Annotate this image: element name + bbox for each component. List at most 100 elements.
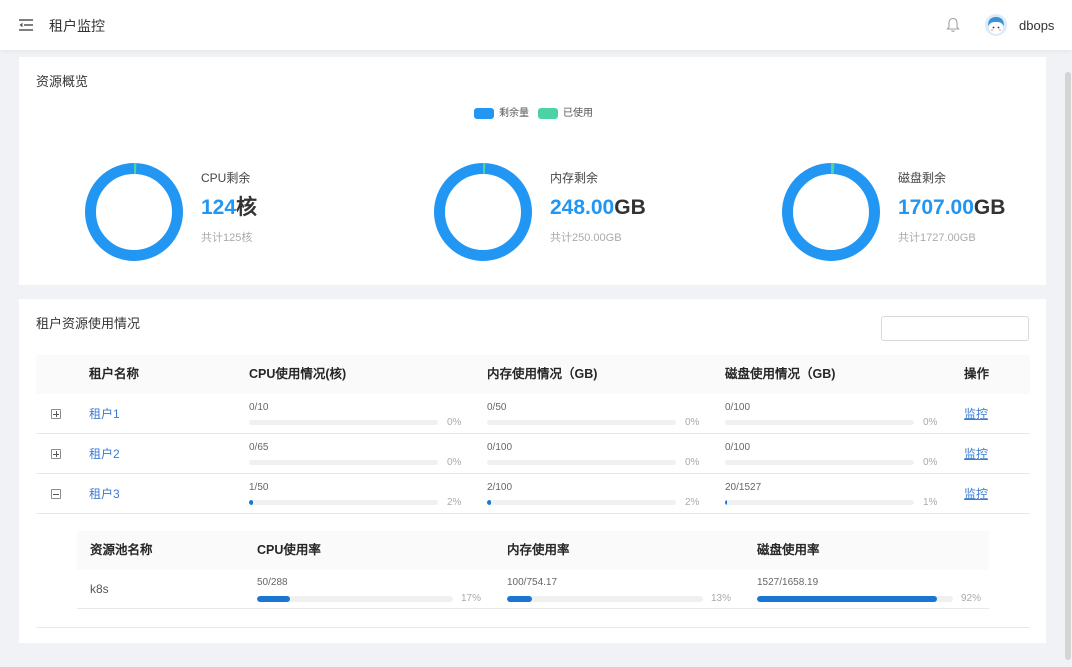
tenant-name-link[interactable]: 租户2	[89, 434, 120, 474]
cpu-usage-ratio: 0/65	[249, 442, 269, 453]
cpu-usage: 0/10 0%	[249, 394, 479, 434]
monitor-link[interactable]: 监控	[964, 434, 988, 474]
memory-usage: 2/100 2%	[487, 474, 717, 514]
cpu-usage-ratio: 1/50	[249, 482, 269, 493]
username[interactable]: dbops	[1019, 17, 1054, 35]
pool-memory-progress-bar	[507, 596, 703, 602]
legend-label-used: 已使用	[563, 108, 593, 119]
disk-usage-ratio: 0/100	[725, 442, 751, 453]
memory-progress-bar	[487, 420, 676, 425]
page-title: 租户监控	[49, 18, 105, 34]
avatar[interactable]	[985, 14, 1007, 36]
cpu-progress-bar	[249, 420, 438, 425]
cpu-progress-bar	[249, 500, 438, 505]
donut-remaining-arc	[782, 163, 880, 261]
disk-usage-ratio: 0/100	[725, 402, 751, 413]
donut-remaining-arc	[434, 163, 532, 261]
plus-square-icon[interactable]	[51, 409, 61, 419]
disk-progress-bar	[725, 500, 914, 505]
legend-swatch-used	[538, 108, 558, 119]
disk-usage: 0/100 0%	[725, 434, 955, 474]
menu-fold-icon[interactable]	[19, 19, 33, 31]
memory-progress-bar	[487, 500, 676, 505]
minus-square-icon[interactable]	[51, 489, 61, 499]
cpu-usage-percent: 0%	[447, 457, 462, 468]
disk-remaining-unit: GB	[973, 196, 1006, 219]
tenant-usage-card: 租户资源使用情况 租户名称 CPU使用情况(核) 内存使用情况（GB) 磁盘使用…	[19, 299, 1046, 643]
legend-item-remaining[interactable]: 剩余量	[474, 108, 529, 119]
legend-label-remaining: 剩余量	[499, 108, 529, 119]
search-input[interactable]	[881, 316, 1029, 341]
legend-swatch-remaining	[474, 108, 494, 119]
disk-usage-percent: 1%	[923, 497, 938, 508]
memory-usage: 0/50 0%	[487, 394, 717, 434]
memory-progress-fill	[487, 500, 491, 505]
pool-memory-percent: 13%	[711, 593, 732, 604]
disk-remaining-number: 1707.00	[898, 196, 974, 219]
memory-usage-percent: 0%	[685, 417, 700, 428]
column-header-action: 操作	[964, 367, 990, 381]
memory-remaining-unit: GB	[614, 196, 646, 219]
disk-progress-fill	[725, 500, 727, 505]
cpu-remaining-unit: 核	[236, 196, 258, 219]
resource-overview-card: 资源概览 剩余量 已使用 CPU剩余 124核 共计125核 内存剩余 248.…	[19, 57, 1046, 285]
column-header-disk: 磁盘使用情况（GB)	[725, 367, 836, 381]
overview-title: 资源概览	[36, 74, 89, 89]
column-header-pool-name: 资源池名称	[90, 543, 153, 557]
memory-usage-ratio: 0/100	[487, 442, 513, 453]
pool-cpu-percent: 17%	[461, 593, 482, 604]
disk-donut-chart	[782, 163, 880, 261]
pool-cpu-usage: 50/288 17%	[257, 570, 487, 609]
legend-item-used[interactable]: 已使用	[538, 108, 593, 119]
memory-overview: 内存剩余 248.00GB 共计250.00GB	[433, 162, 733, 262]
tenant-name-link[interactable]: 租户3	[89, 474, 120, 514]
pool-disk-progress-fill	[757, 596, 938, 602]
cpu-usage-ratio: 0/10	[249, 402, 269, 413]
plus-square-icon[interactable]	[51, 449, 61, 459]
memory-usage: 0/100 0%	[487, 434, 717, 474]
pool-table-header: 资源池名称 CPU使用率 内存使用率 磁盘使用率	[77, 531, 989, 570]
cpu-usage: 0/65 0%	[249, 434, 479, 474]
tenant-usage-title: 租户资源使用情况	[36, 316, 141, 331]
memory-donut-chart	[434, 163, 532, 261]
column-header-tenant-name: 租户名称	[89, 367, 140, 381]
cpu-progress-bar	[249, 460, 438, 465]
memory-remaining-number: 248.00	[550, 196, 615, 219]
column-header-cpu-rate: CPU使用率	[257, 543, 321, 557]
cpu-usage: 1/50 2%	[249, 474, 479, 514]
memory-usage-percent: 0%	[685, 457, 700, 468]
disk-usage: 0/100 0%	[725, 394, 955, 434]
pool-cpu-progress-fill	[257, 596, 291, 602]
column-header-memory: 内存使用情况（GB)	[487, 367, 598, 381]
expanded-row-divider	[36, 627, 1030, 628]
table-row: 租户1 0/10 0% 0/50 0% 0/100 0% 监控	[36, 394, 1030, 434]
monitor-link[interactable]: 监控	[964, 394, 988, 434]
disk-usage: 20/1527 1%	[725, 474, 955, 514]
top-bar: 租户监控 dbops	[0, 0, 1072, 50]
pool-memory-usage: 100/754.17 13%	[507, 570, 737, 609]
cpu-remaining-value: 124核	[201, 193, 257, 223]
memory-total: 共计250.00GB	[550, 232, 622, 244]
cpu-progress-fill	[249, 500, 253, 505]
cpu-remaining-number: 124	[201, 196, 237, 219]
pool-cpu-progress-bar	[257, 596, 453, 602]
memory-usage-ratio: 2/100	[487, 482, 513, 493]
table-header: 租户名称 CPU使用情况(核) 内存使用情况（GB) 磁盘使用情况（GB) 操作	[36, 355, 1030, 394]
pool-disk-progress-bar	[757, 596, 953, 602]
pool-memory-ratio: 100/754.17	[507, 577, 558, 588]
monitor-link[interactable]: 监控	[964, 474, 988, 514]
scrollbar-thumb[interactable]	[1065, 72, 1071, 660]
disk-usage-ratio: 20/1527	[725, 482, 762, 493]
pool-name: k8s	[90, 582, 109, 596]
cpu-remaining-label: CPU剩余	[201, 171, 251, 185]
tenant-name-link[interactable]: 租户1	[89, 394, 120, 434]
bell-icon[interactable]	[946, 17, 960, 33]
memory-remaining-value: 248.00GB	[550, 193, 646, 223]
donut-remaining-arc	[85, 163, 183, 261]
memory-usage-percent: 2%	[685, 497, 700, 508]
table-row: 租户3 1/50 2% 2/100 2% 20/1527 1% 监控	[36, 474, 1030, 514]
resource-pool-table: 资源池名称 CPU使用率 内存使用率 磁盘使用率 k8s 50/288 17% …	[77, 531, 989, 609]
pool-memory-progress-fill	[507, 596, 533, 602]
pool-disk-usage: 1527/1658.19 92%	[757, 570, 987, 609]
pool-cpu-ratio: 50/288	[257, 577, 288, 588]
